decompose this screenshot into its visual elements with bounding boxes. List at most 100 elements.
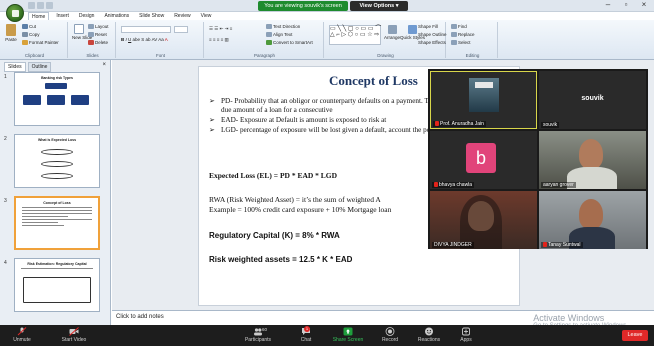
slide-panel: Slides Outline × 1 Banking risk Types 2 … <box>0 60 111 325</box>
tab-review[interactable]: Review <box>171 12 193 20</box>
brush-icon <box>22 40 28 46</box>
participant-name: bhavya chawla <box>432 182 475 188</box>
participant-display-name: souvik <box>581 95 604 102</box>
record-button[interactable]: Record <box>378 327 402 343</box>
delete-button[interactable]: Delete <box>88 40 108 46</box>
video-tile[interactable]: aaryan grover <box>539 131 646 189</box>
slide-title: Concept of Loss <box>329 73 418 88</box>
tab-outline[interactable]: Outline <box>27 62 52 72</box>
paste-icon <box>6 24 16 36</box>
participant-name: DIVYA JINDGER <box>432 242 474 248</box>
smiley-icon <box>425 327 433 336</box>
participant-video <box>579 139 603 169</box>
mic-muted-icon <box>434 182 438 188</box>
chat-button[interactable]: 1 Chat <box>296 326 316 343</box>
video-tile[interactable]: DIVYA JINDGER <box>430 191 537 249</box>
watermark-title: Activate Windows <box>533 313 605 323</box>
find-button[interactable]: Find <box>451 24 467 30</box>
minimize-icon[interactable]: – <box>602 0 614 9</box>
clipboard-group: Paste Cut Copy Format Painter Clipboard <box>2 22 68 58</box>
risk-weighted-assets-formula: Risk weighted assets = 12.5 * K * EAD <box>209 255 353 264</box>
quick-access-toolbar[interactable] <box>28 2 53 9</box>
text-direction-button[interactable]: Text Direction <box>266 24 300 30</box>
apps-button[interactable]: Apps <box>456 327 476 343</box>
replace-icon <box>451 32 457 38</box>
new-slide-icon <box>74 24 84 34</box>
tab-design[interactable]: Design <box>76 12 98 20</box>
view-options-button[interactable]: View Options ▾ <box>350 1 408 11</box>
layout-icon <box>88 24 94 30</box>
format-painter-button[interactable]: Format Painter <box>22 40 59 46</box>
list-buttons[interactable]: ☰ ☰ ⇤ ⇥ ≡ <box>209 26 232 32</box>
align-buttons[interactable]: ≡ ≡ ≡ ≡ ▥ <box>209 37 229 43</box>
copy-icon <box>22 32 28 38</box>
clipboard-label: Clipboard <box>24 53 45 58</box>
quick-styles-icon <box>408 25 417 34</box>
thumb-text-line <box>22 225 64 226</box>
chat-badge: 1 <box>304 326 310 332</box>
thumb-title: Risk Estimation: Regulatory Capital <box>27 262 87 266</box>
thumb-shape <box>45 83 67 89</box>
tab-animations[interactable]: Animations <box>101 12 132 20</box>
video-tile[interactable]: b bhavya chawla <box>430 131 537 189</box>
notes-placeholder: Click to add notes <box>116 314 164 320</box>
slide-thumbnail-2[interactable]: What is Expected Loss <box>14 134 100 188</box>
arrange-button[interactable]: Arrange <box>384 25 400 40</box>
thumb-text-line <box>22 210 92 211</box>
slide-number: 4 <box>4 260 7 266</box>
reactions-button[interactable]: Reactions <box>414 327 444 343</box>
paste-button[interactable]: Paste <box>4 24 18 42</box>
share-screen-button[interactable]: Share Screen <box>330 327 366 343</box>
align-text-button[interactable]: Align Text <box>266 32 292 38</box>
font-group: B I U abe S ab AV Aa A Font <box>118 22 204 58</box>
replace-button[interactable]: Replace <box>451 32 475 38</box>
copy-button[interactable]: Copy <box>22 32 40 38</box>
shape-effects-button[interactable]: Shape Effects <box>418 40 446 45</box>
video-tile[interactable]: souvik souvik <box>539 71 646 129</box>
font-name-select[interactable] <box>121 26 171 33</box>
layout-button[interactable]: Layout <box>88 24 109 30</box>
font-label: Font <box>155 53 165 58</box>
slide-thumbnail-3[interactable]: Concept of Loss <box>14 196 100 250</box>
thumb-text-line <box>21 268 93 269</box>
restore-icon[interactable]: ▫ <box>620 0 632 9</box>
font-size-select[interactable] <box>174 26 188 33</box>
slide-number: 3 <box>4 198 7 204</box>
font-format-buttons[interactable]: B I U abe S ab AV Aa A <box>121 37 168 42</box>
reset-button[interactable]: Reset <box>88 32 107 38</box>
shape-outline-button[interactable]: Shape Outline <box>418 32 447 37</box>
thumb-text-line <box>22 207 92 208</box>
cut-button[interactable]: Cut <box>22 24 36 30</box>
new-slide-button[interactable]: New Slide <box>72 24 92 40</box>
participant-name: Tanay Suntwal <box>541 242 583 248</box>
leave-button[interactable]: Leave <box>622 330 648 341</box>
rwa-definition: RWA (Risk Weighted Asset) = it’s the sum… <box>209 195 381 204</box>
start-video-button[interactable]: Start Video <box>56 327 92 343</box>
thumb-shape <box>23 95 41 105</box>
office-button-icon[interactable] <box>6 4 24 22</box>
shapes-gallery[interactable]: ▭ ╲ ╲ ▢ ○ ▭ ▭ ⌒ △ ⌐ ▷ ⬡ ○ ▭ ☆ ⇨ <box>329 25 381 45</box>
tab-home[interactable]: Home <box>28 12 50 20</box>
thumb-title: Concept of Loss <box>43 201 71 205</box>
video-tile[interactable]: Tanay Suntwal <box>539 191 646 249</box>
select-button[interactable]: Select <box>451 40 471 46</box>
window-titlebar: You are viewing souvik's screen View Opt… <box>0 0 654 12</box>
tab-insert[interactable]: Insert <box>53 12 72 20</box>
paragraph-group: ☰ ☰ ⇤ ⇥ ≡ ≡ ≡ ≡ ≡ ▥ Text Direction Align… <box>206 22 324 58</box>
tab-view[interactable]: View <box>198 12 215 20</box>
tab-slides[interactable]: Slides <box>4 62 26 72</box>
slide-thumbnail-4[interactable]: Risk Estimation: Regulatory Capital <box>14 258 100 312</box>
close-icon[interactable]: × <box>638 0 650 9</box>
thumb-shape <box>41 149 73 155</box>
slide-thumbnail-1[interactable]: Banking risk Types <box>14 72 100 126</box>
unmute-button[interactable]: Unmute <box>8 327 36 343</box>
share-screen-icon <box>343 327 353 336</box>
panel-close-icon[interactable]: × <box>102 62 106 68</box>
tab-slide-show[interactable]: Slide Show <box>136 12 167 20</box>
smartart-button[interactable]: Convert to SmartArt <box>266 40 313 46</box>
editing-label: Editing <box>465 53 480 58</box>
thumb-diagram <box>23 277 91 303</box>
participants-button[interactable]: Participants <box>238 327 278 343</box>
video-tile[interactable]: Prof. Anuradha Jain <box>430 71 537 129</box>
shape-fill-button[interactable]: Shape Fill <box>418 24 438 29</box>
